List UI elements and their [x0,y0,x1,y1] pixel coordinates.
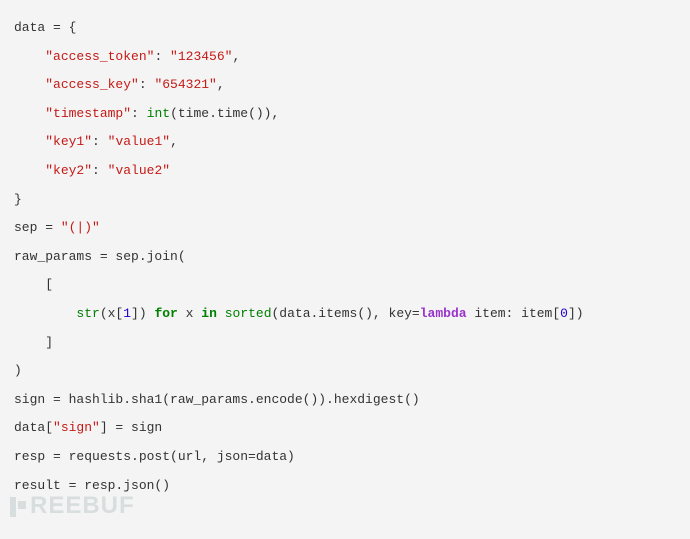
keyword-token: in [201,306,217,321]
code-token: data[ [14,420,53,435]
code-token: (time.time()), [170,106,279,121]
code-token: data = { [14,20,76,35]
number-token: 1 [123,306,131,321]
code-token: (x[ [100,306,123,321]
code-token: : [131,106,147,121]
code-token: sep = [14,220,61,235]
code-token [14,306,76,321]
code-token: } [14,192,22,207]
code-token: resp = requests.post(url, json=data) [14,449,295,464]
code-token: [ [14,277,53,292]
builtin-token: int [147,106,170,121]
code-block: data = { "access_token": "123456", "acce… [14,14,676,500]
string-token: "access_token" [45,49,154,64]
code-token [14,106,45,121]
code-token [14,49,45,64]
string-token: "timestamp" [45,106,131,121]
keyword-token: for [154,306,177,321]
code-token: ] = sign [100,420,162,435]
builtin-token: sorted [225,306,272,321]
code-token: , [170,134,178,149]
code-token: x [178,306,201,321]
string-token: "value2" [108,163,170,178]
code-token [14,163,45,178]
code-token: : [92,163,108,178]
code-token [14,77,45,92]
code-token: ) [14,363,22,378]
builtin-token: str [76,306,99,321]
code-token: , [232,49,240,64]
code-token: : [139,77,155,92]
code-token: result = resp.json() [14,478,170,493]
code-token: raw_params = sep.join( [14,249,186,264]
code-token [14,134,45,149]
code-token: sign = hashlib.sha1(raw_params.encode())… [14,392,420,407]
code-token: ]) [568,306,584,321]
code-token: ]) [131,306,154,321]
code-token: item: item[ [467,306,561,321]
code-token: ] [14,335,53,350]
code-token [217,306,225,321]
string-token: "key1" [45,134,92,149]
string-token: "value1" [108,134,170,149]
string-token: "access_key" [45,77,139,92]
lambda-token: lambda [420,306,467,321]
string-token: "(|)" [61,220,100,235]
code-token: : [154,49,170,64]
number-token: 0 [560,306,568,321]
code-token: , [217,77,225,92]
string-token: "654321" [154,77,216,92]
code-token: : [92,134,108,149]
code-token: (data.items(), key= [272,306,420,321]
string-token: "sign" [53,420,100,435]
string-token: "123456" [170,49,232,64]
string-token: "key2" [45,163,92,178]
